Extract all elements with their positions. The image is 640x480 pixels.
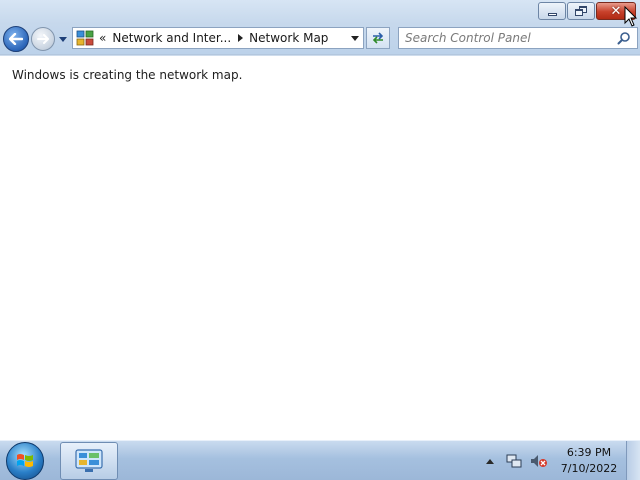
recent-pages-dropdown-icon[interactable]	[58, 34, 68, 44]
mouse-cursor-icon	[624, 6, 638, 27]
breadcrumb-network-and-internet[interactable]: Network and Inter...	[112, 31, 231, 45]
search-box[interactable]	[398, 27, 638, 49]
start-button[interactable]	[6, 442, 44, 480]
back-arrow-icon	[9, 33, 23, 45]
taskbar-control-panel-button[interactable]	[60, 442, 118, 480]
maximize-button[interactable]	[567, 2, 595, 20]
taskbar: 6:39 PM 7/10/2022	[0, 440, 640, 480]
forward-button[interactable]	[31, 27, 55, 51]
address-overflow-chevron[interactable]: «	[99, 31, 106, 45]
close-icon: ✕	[610, 3, 622, 19]
window-title-bar[interactable]: ✕	[0, 0, 640, 24]
caption-buttons: ✕	[537, 2, 636, 20]
minimize-button[interactable]	[538, 2, 566, 20]
navigation-bar: « Network and Inter... Network Map	[0, 24, 640, 54]
refresh-icon	[372, 32, 384, 44]
back-button[interactable]	[3, 26, 29, 52]
refresh-button[interactable]	[366, 27, 390, 49]
search-icon[interactable]	[617, 31, 631, 45]
show-desktop-button[interactable]	[626, 441, 640, 480]
network-folder-icon	[76, 30, 94, 46]
clock-date: 7/10/2022	[560, 462, 618, 475]
system-clock[interactable]: 6:39 PM 7/10/2022	[556, 445, 622, 477]
volume-muted-icon[interactable]	[530, 453, 548, 469]
breadcrumb-network-map[interactable]: Network Map	[249, 31, 328, 45]
status-message: Windows is creating the network map.	[12, 68, 243, 82]
windows-start-icon	[17, 454, 33, 467]
breadcrumb-separator-icon[interactable]	[238, 34, 244, 42]
search-input[interactable]	[405, 29, 611, 47]
network-map-pane: Windows is creating the network map.	[0, 56, 640, 440]
minimize-icon	[547, 12, 557, 16]
address-bar[interactable]: « Network and Inter... Network Map	[72, 27, 364, 49]
clock-time: 6:39 PM	[566, 446, 612, 459]
forward-arrow-icon	[37, 34, 49, 44]
control-panel-icon	[75, 449, 103, 472]
show-hidden-icons-arrow[interactable]	[486, 459, 494, 464]
network-tray-icon[interactable]	[506, 453, 522, 469]
restore-icon	[575, 6, 587, 16]
address-history-dropdown-icon[interactable]	[351, 36, 359, 41]
